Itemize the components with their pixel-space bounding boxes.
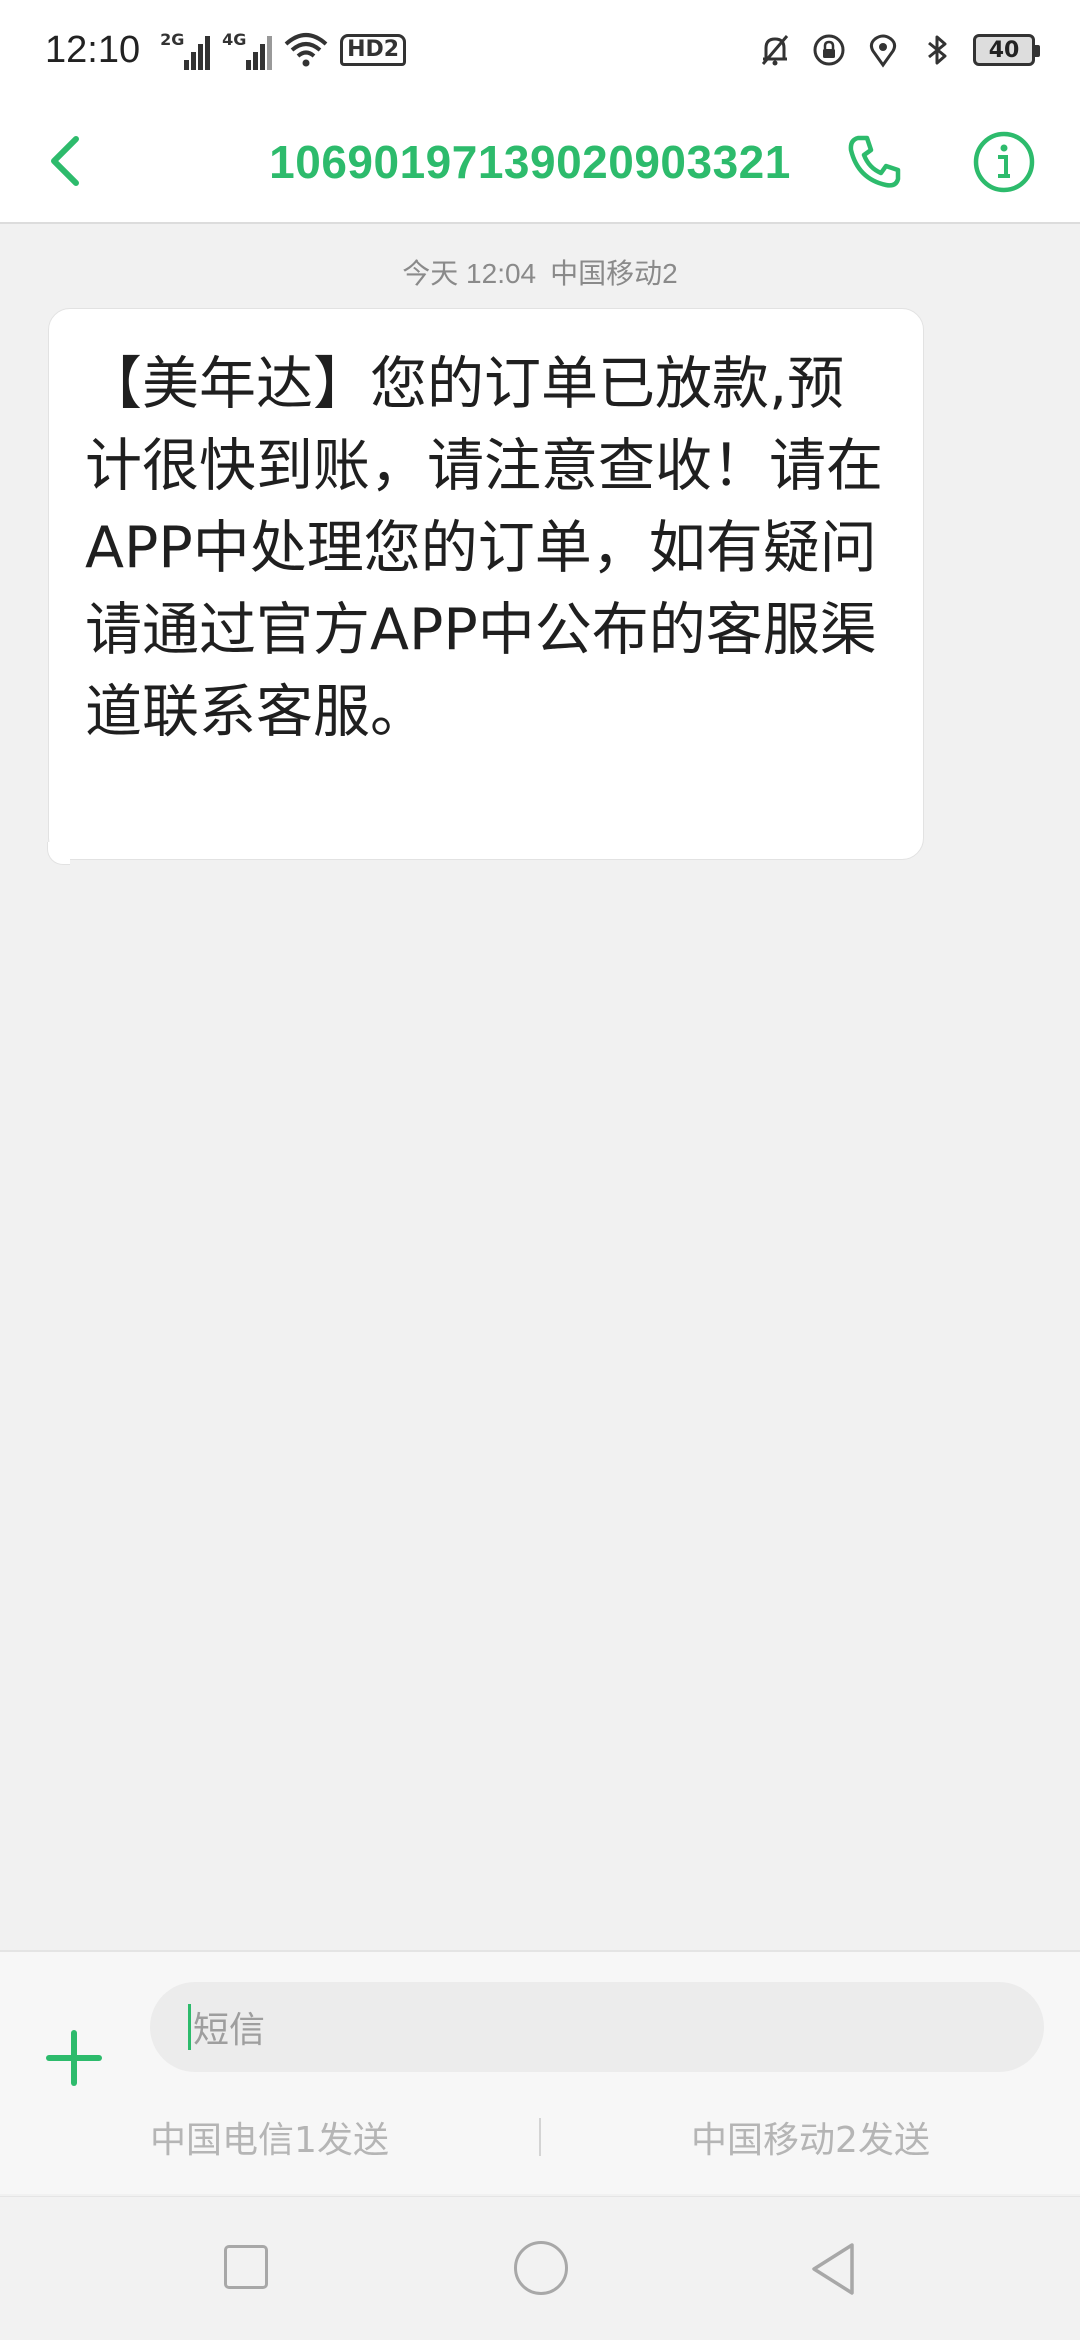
status-left: 12:10 2G 4G HD2 bbox=[45, 28, 407, 72]
phone-icon bbox=[848, 135, 901, 188]
send-options: 中国电信1发送 中国移动2发送 bbox=[0, 2102, 1080, 2172]
call-button[interactable] bbox=[836, 124, 912, 200]
back-icon[interactable] bbox=[810, 2241, 858, 2297]
send-sim1-button[interactable]: 中国电信1发送 bbox=[0, 2111, 539, 2163]
conversation-header: 10690197139020903321 bbox=[0, 100, 1080, 224]
signal-sim2-tag: 4G bbox=[222, 30, 247, 49]
bluetooth-icon bbox=[928, 35, 947, 65]
hd-voice-icon: HD2 bbox=[340, 34, 407, 66]
status-time: 12:10 bbox=[45, 28, 141, 71]
silent-bell-icon bbox=[761, 35, 789, 66]
system-navbar bbox=[0, 2196, 1080, 2340]
messaging-screen: 12:10 2G 4G HD2 40 10690197139020903321 … bbox=[0, 0, 1080, 2340]
message-list[interactable]: 今天 12:04 中国移动2 【美年达】您的订单已放款,预计很快到账，请注意查收！… bbox=[0, 226, 1080, 1950]
location-icon bbox=[869, 34, 897, 68]
recent-apps-icon[interactable] bbox=[224, 2245, 268, 2289]
home-icon[interactable] bbox=[514, 2241, 568, 2295]
info-icon bbox=[973, 131, 1035, 193]
info-button[interactable] bbox=[964, 122, 1044, 202]
status-right: 40 bbox=[757, 32, 1040, 68]
message-date: 今天 12:04 bbox=[402, 258, 537, 289]
message-timestamp: 今天 12:04 中国移动2 bbox=[0, 252, 1080, 292]
message-sim: 中国移动2 bbox=[550, 258, 678, 289]
sender-number[interactable]: 10690197139020903321 bbox=[0, 100, 1080, 224]
sender-number-text: 10690197139020903321 bbox=[269, 136, 791, 188]
signal-sim1-icon: 2G bbox=[160, 30, 211, 70]
plus-icon[interactable] bbox=[46, 2026, 110, 2090]
compose-bar: 短信 中国电信1发送 中国移动2发送 bbox=[0, 1950, 1080, 2194]
rotation-lock-icon bbox=[813, 34, 845, 66]
message-input-placeholder: 短信 bbox=[193, 2010, 266, 2051]
signal-sim1-tag: 2G bbox=[160, 30, 185, 49]
message-bubble[interactable]: 【美年达】您的订单已放款,预计很快到账，请注意查收！请在APP中处理您的订单，如… bbox=[47, 308, 924, 865]
message-text: 【美年达】您的订单已放款,预计很快到账，请注意查收！请在APP中处理您的订单，如… bbox=[85, 351, 883, 745]
wifi-icon bbox=[284, 33, 328, 67]
send-sim2-button[interactable]: 中国移动2发送 bbox=[541, 2111, 1080, 2163]
message-input[interactable]: 短信 bbox=[150, 1982, 1044, 2072]
text-cursor bbox=[188, 2004, 191, 2050]
signal-sim2-icon: 4G bbox=[222, 30, 273, 70]
battery-indicator: 40 bbox=[973, 34, 1040, 66]
status-bar: 12:10 2G 4G HD2 40 bbox=[0, 0, 1080, 100]
